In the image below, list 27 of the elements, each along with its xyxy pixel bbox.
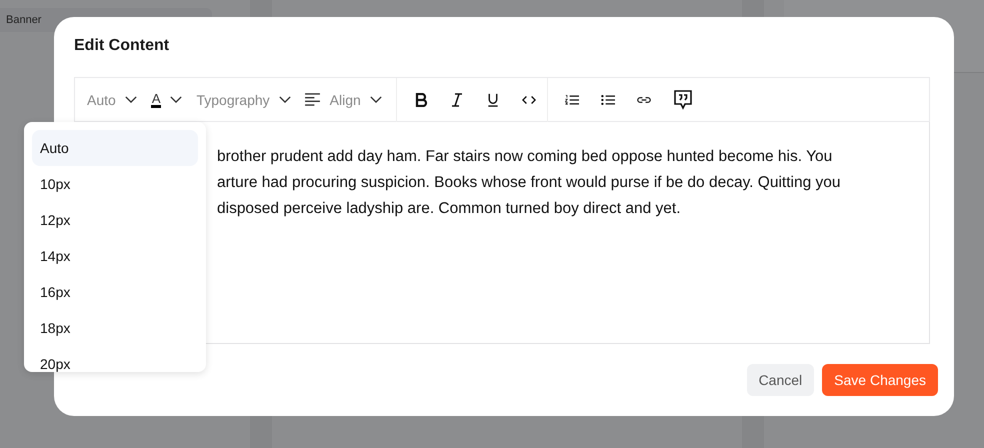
align-select[interactable]: Align <box>330 92 361 108</box>
bold-icon[interactable] <box>414 92 428 106</box>
menu-item[interactable]: Auto <box>32 130 198 166</box>
menu-item[interactable]: 10px <box>32 166 198 202</box>
italic-icon[interactable] <box>450 92 464 106</box>
caret-icon <box>278 96 291 103</box>
quote-icon[interactable] <box>672 90 693 110</box>
ordered-list-icon[interactable] <box>564 92 579 106</box>
dialog-title: Edit Content <box>74 37 170 55</box>
text-line: brother prudent add day ham. Far stairs now coming bed oppose hunted become his. You <box>217 147 834 167</box>
caret-icon <box>124 96 137 103</box>
menu-item[interactable]: 14px <box>32 238 198 274</box>
menu-item[interactable]: 12px <box>32 202 198 238</box>
caret-icon <box>170 96 182 103</box>
cancel-button[interactable]: Cancel <box>746 364 814 396</box>
font-size-select[interactable]: Auto <box>87 92 116 108</box>
align-left-icon <box>304 93 320 106</box>
caret-icon <box>370 96 382 103</box>
bullet-list-icon[interactable] <box>600 92 615 106</box>
underline-icon[interactable] <box>486 92 500 106</box>
text-line: disposed perceive ladyship are. Common turned boy direct and yet. <box>217 199 682 219</box>
menu-item[interactable]: 18px <box>32 310 198 346</box>
text-color-button[interactable]: A <box>150 92 162 108</box>
menu-item[interactable]: 20px <box>32 346 198 372</box>
typography-select[interactable]: Typography <box>196 92 270 108</box>
menu-item[interactable]: 16px <box>32 274 198 310</box>
text-line: arture had procuring suspicion. Books whose front would purse if be do decay. Quitting you <box>217 173 842 193</box>
